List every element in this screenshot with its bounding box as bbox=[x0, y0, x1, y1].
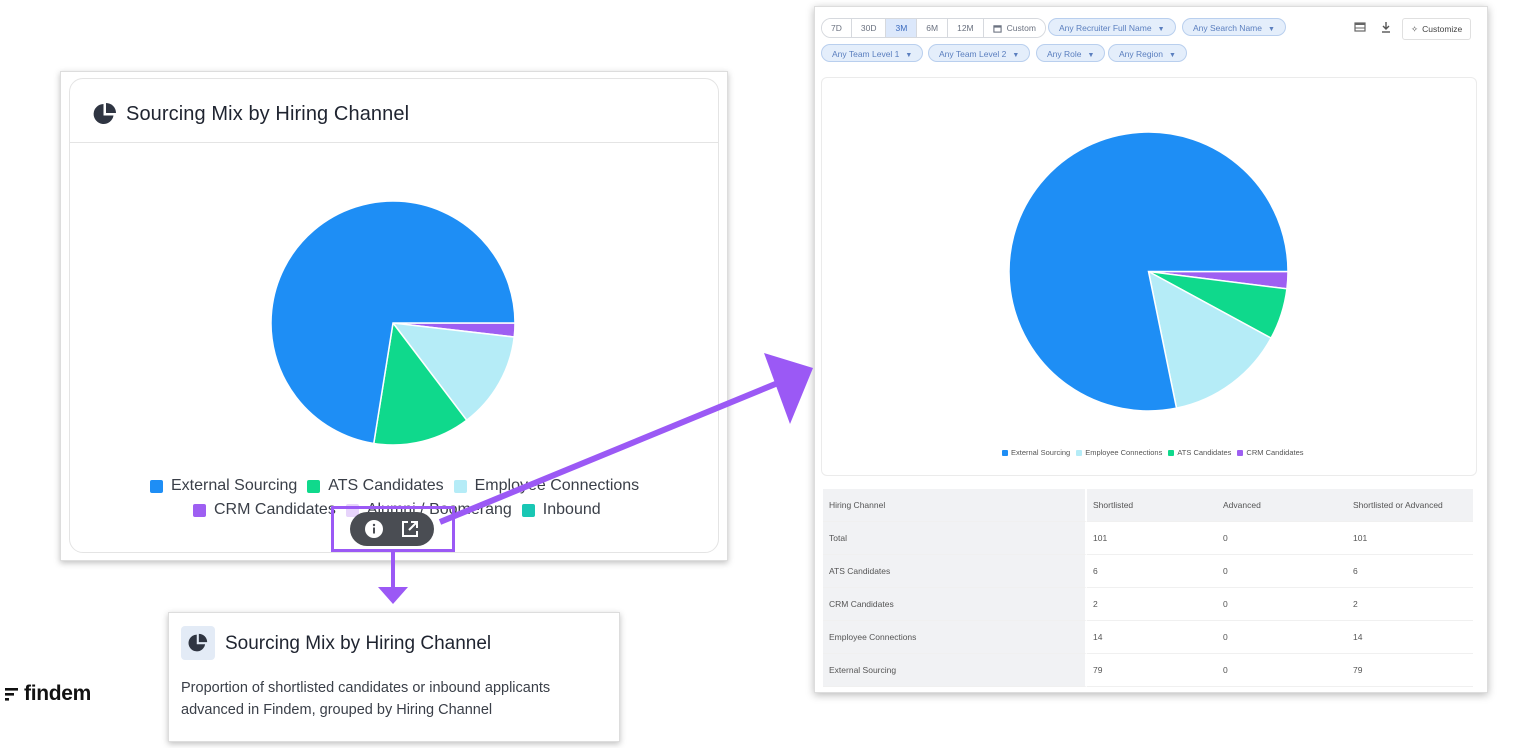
expanded-legend: External Sourcing Employee Connections A… bbox=[1002, 448, 1310, 457]
legend-item: ATS Candidates bbox=[307, 477, 444, 495]
pie-chart-icon bbox=[93, 103, 116, 124]
caret-down-icon: ▼ bbox=[1267, 26, 1275, 33]
legend-label: CRM Candidates bbox=[214, 501, 336, 518]
legend-item: CRM Candidates bbox=[1237, 448, 1304, 457]
table-header: Shortlisted or Advanced bbox=[1347, 489, 1473, 522]
chart-container: External Sourcing Employee Connections A… bbox=[821, 77, 1477, 476]
highlight-box bbox=[331, 506, 455, 552]
customize-button[interactable]: ✧ Customize bbox=[1402, 18, 1472, 40]
table-row: Employee Connections 14 0 14 bbox=[823, 621, 1473, 654]
table-cell: 2 bbox=[1087, 588, 1217, 621]
table-cell: 0 bbox=[1217, 555, 1347, 588]
legend-label: CRM Candidates bbox=[1246, 448, 1304, 457]
table-cell: 79 bbox=[1347, 654, 1473, 687]
findem-logo: findem bbox=[4, 682, 91, 706]
legend-item: External Sourcing bbox=[150, 477, 297, 495]
table-row: Total 101 0 101 bbox=[823, 522, 1473, 555]
table-view-icon[interactable] bbox=[1353, 20, 1367, 34]
legend-item: External Sourcing bbox=[1002, 448, 1070, 457]
table-cell: 79 bbox=[1087, 654, 1217, 687]
pie-chart-icon bbox=[188, 633, 208, 652]
legend-label: ATS Candidates bbox=[328, 477, 444, 494]
sparkle-icon: ✧ bbox=[1411, 24, 1419, 34]
legend-row-1: External Sourcing ATS Candidates Employe… bbox=[150, 477, 649, 495]
table-cell: 14 bbox=[1087, 621, 1217, 654]
range-6m[interactable]: 6M bbox=[917, 19, 949, 37]
legend-label: Employee Connections bbox=[474, 477, 640, 494]
filter-label: Any Role bbox=[1047, 49, 1082, 59]
table-cell: External Sourcing bbox=[823, 654, 1087, 687]
table-header-row: Hiring Channel Shortlisted Advanced Shor… bbox=[823, 489, 1473, 522]
filter-label: Any Region bbox=[1119, 49, 1163, 59]
filter-region[interactable]: Any Region ▼ bbox=[1108, 44, 1187, 62]
filter-label: Any Recruiter Full Name bbox=[1059, 23, 1152, 33]
table-header: Hiring Channel bbox=[823, 489, 1087, 522]
range-7d[interactable]: 7D bbox=[822, 19, 852, 37]
table-cell: Employee Connections bbox=[823, 621, 1087, 654]
date-range-group: 7D 30D 3M 6M 12M Custom bbox=[821, 18, 1046, 38]
legend-item: Employee Connections bbox=[453, 477, 640, 495]
table-cell: 0 bbox=[1217, 588, 1347, 621]
filter-label: Any Team Level 1 bbox=[832, 49, 900, 59]
caret-down-icon: ▼ bbox=[1087, 52, 1095, 59]
table-row: CRM Candidates 2 0 2 bbox=[823, 588, 1473, 621]
table-cell: ATS Candidates bbox=[823, 555, 1087, 588]
table-cell: 101 bbox=[1347, 522, 1473, 555]
info-popup-icon-box bbox=[181, 626, 215, 660]
filter-search-name[interactable]: Any Search Name ▼ bbox=[1182, 18, 1286, 36]
legend-item: CRM Candidates bbox=[193, 501, 336, 519]
widget-header: Sourcing Mix by Hiring Channel bbox=[70, 79, 718, 143]
caret-down-icon: ▼ bbox=[1157, 26, 1165, 33]
legend-label: External Sourcing bbox=[1011, 448, 1071, 457]
filter-label: Any Search Name bbox=[1193, 23, 1262, 33]
info-popup-description: Proportion of shortlisted candidates or … bbox=[181, 680, 551, 718]
legend-label: Employee Connections bbox=[1085, 448, 1163, 457]
table-cell: 0 bbox=[1217, 654, 1347, 687]
calendar-icon bbox=[993, 24, 1002, 33]
table-cell: 6 bbox=[1087, 555, 1217, 588]
table-cell: 101 bbox=[1087, 522, 1217, 555]
filter-team-level-1[interactable]: Any Team Level 1 ▼ bbox=[821, 44, 924, 62]
info-popup-title: Sourcing Mix by Hiring Channel bbox=[225, 633, 492, 654]
expanded-pie-chart bbox=[1008, 131, 1289, 412]
table-row: External Sourcing 79 0 79 bbox=[823, 654, 1473, 687]
data-table: Hiring Channel Shortlisted Advanced Shor… bbox=[823, 489, 1473, 687]
table-row: ATS Candidates 6 0 6 bbox=[823, 555, 1473, 588]
range-custom-label: Custom bbox=[1006, 23, 1036, 33]
filter-label: Any Team Level 2 bbox=[939, 49, 1007, 59]
table-cell: 2 bbox=[1347, 588, 1473, 621]
expanded-panel: 7D 30D 3M 6M 12M Custom Any Recruiter Fu… bbox=[814, 6, 1488, 693]
filter-role[interactable]: Any Role ▼ bbox=[1036, 44, 1106, 62]
filter-recruiter[interactable]: Any Recruiter Full Name ▼ bbox=[1048, 18, 1176, 36]
caret-down-icon: ▼ bbox=[1168, 52, 1176, 59]
table-cell: CRM Candidates bbox=[823, 588, 1087, 621]
info-popup: Sourcing Mix by Hiring Channel Proportio… bbox=[168, 612, 620, 742]
range-12m[interactable]: 12M bbox=[948, 19, 984, 37]
caret-down-icon: ▼ bbox=[1012, 52, 1020, 59]
table-cell: 0 bbox=[1217, 522, 1347, 555]
range-30d[interactable]: 30D bbox=[851, 19, 887, 37]
legend-item: Employee Connections bbox=[1076, 448, 1162, 457]
findem-logo-icon bbox=[5, 688, 18, 701]
legend-item: Inbound bbox=[521, 501, 601, 519]
table-cell: 14 bbox=[1347, 621, 1473, 654]
table-cell: 6 bbox=[1347, 555, 1473, 588]
widget-title: Sourcing Mix by Hiring Channel bbox=[126, 103, 410, 125]
range-custom[interactable]: Custom bbox=[983, 19, 1045, 37]
caret-down-icon: ▼ bbox=[905, 52, 913, 59]
table-header: Shortlisted bbox=[1087, 489, 1217, 522]
customize-label: Customize bbox=[1422, 24, 1463, 34]
table-cell: Total bbox=[823, 522, 1087, 555]
download-icon[interactable] bbox=[1379, 20, 1393, 34]
pie-chart bbox=[270, 200, 516, 446]
range-3m[interactable]: 3M bbox=[886, 19, 918, 37]
table-header: Advanced bbox=[1217, 489, 1347, 522]
legend-label: ATS Candidates bbox=[1177, 448, 1232, 457]
findem-logo-text: findem bbox=[24, 682, 92, 705]
legend-item: ATS Candidates bbox=[1168, 448, 1231, 457]
filter-team-level-2[interactable]: Any Team Level 2 ▼ bbox=[928, 44, 1031, 62]
legend-label: External Sourcing bbox=[171, 477, 298, 494]
table-cell: 0 bbox=[1217, 621, 1347, 654]
legend-label: Inbound bbox=[542, 501, 601, 518]
